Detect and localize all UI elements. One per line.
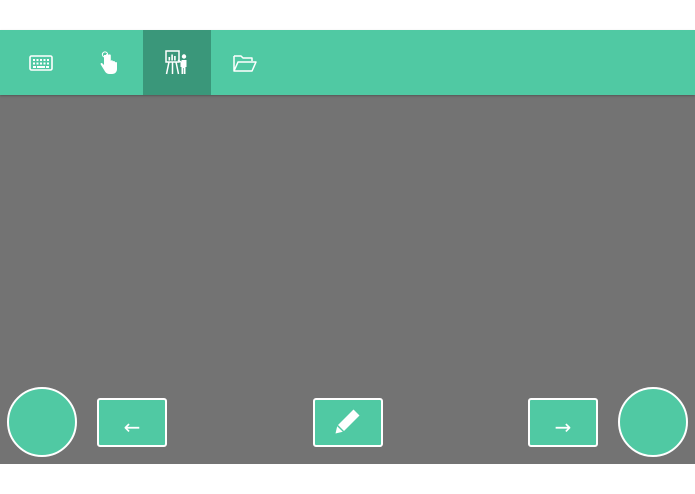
folder-open-icon [233, 54, 257, 72]
keyboard-icon [29, 54, 53, 71]
touch-hand-icon [99, 50, 119, 75]
presentation-icon [165, 49, 189, 76]
previous-slide-button[interactable]: ← [97, 398, 167, 447]
top-toolbar [0, 30, 695, 95]
pencil-icon [333, 406, 363, 440]
tab-presentation[interactable] [143, 30, 211, 95]
tab-keyboard[interactable] [7, 30, 75, 95]
right-circle-button[interactable] [618, 387, 688, 457]
left-circle-button[interactable] [7, 387, 77, 457]
tab-touchpad[interactable] [75, 30, 143, 95]
right-arrow-icon: → [554, 414, 572, 439]
pen-tool-button[interactable] [313, 398, 383, 447]
left-arrow-icon: ← [123, 414, 141, 439]
remote-control-app: ← → [0, 0, 695, 494]
next-slide-button[interactable]: → [528, 398, 598, 447]
tab-files[interactable] [211, 30, 279, 95]
